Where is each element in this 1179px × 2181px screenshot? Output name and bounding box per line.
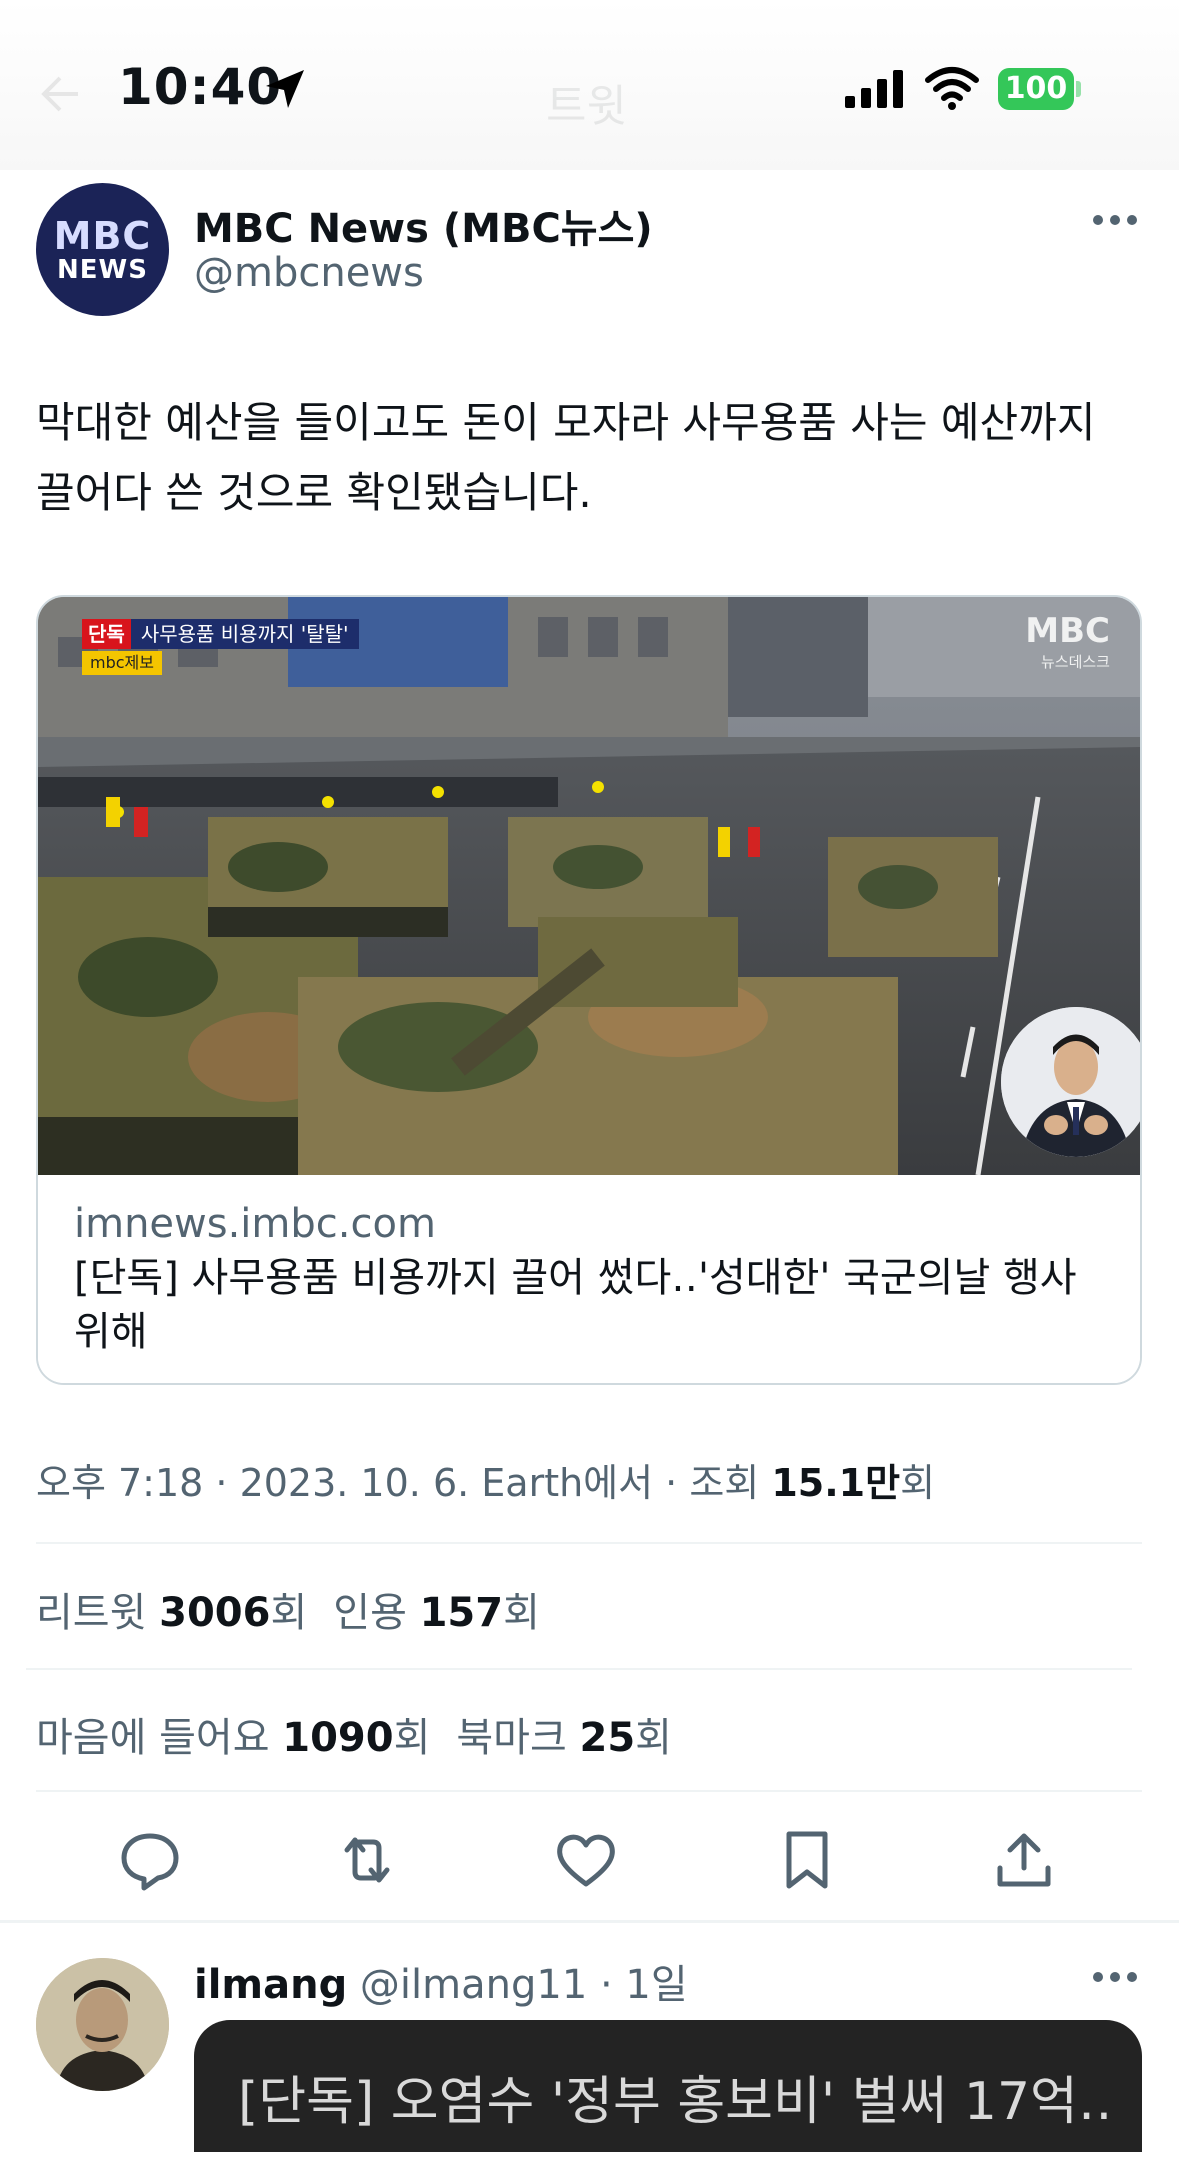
reply-icon[interactable]: [118, 1828, 182, 1892]
retweets-stat[interactable]: 리트윗 3006회: [36, 1590, 307, 1636]
author-handle[interactable]: @mbcnews: [194, 250, 424, 296]
divider: [36, 1790, 1142, 1792]
back-arrow-icon[interactable]: [40, 76, 80, 112]
divider: [36, 1542, 1142, 1544]
quotes-count: 157: [419, 1590, 504, 1636]
news-overlay-tag: 단독 사무용품 비용까지 '탈탈': [82, 619, 359, 649]
avatar-logo-line1: MBC: [53, 213, 152, 258]
view-count: 15.1만: [771, 1461, 901, 1505]
status-time: 10:40: [118, 58, 283, 116]
avatar-logo-line2: NEWS: [57, 254, 148, 285]
news-image[interactable]: [38, 597, 1140, 1175]
mbc-watermark: MBC 뉴스데스크: [1025, 611, 1110, 672]
author-name[interactable]: MBC News (MBC뉴스): [194, 196, 653, 254]
sign-language-interpreter-image: [1001, 1007, 1140, 1157]
tweet-timestamp: 오후 7:18 · 2023. 10. 6. Earth에서 · 조회: [36, 1461, 772, 1505]
more-options-icon[interactable]: [1090, 205, 1140, 235]
bookmarks-stat[interactable]: 북마크 25회: [456, 1715, 672, 1761]
link-card[interactable]: 단독 사무용품 비용까지 '탈탈' mbc제보 MBC 뉴스데스크 imnews…: [36, 595, 1142, 1385]
retweets-label: 리트윗: [36, 1590, 160, 1636]
likes-stat[interactable]: 마음에 들어요 1090회: [36, 1715, 430, 1761]
reply-more-options-icon[interactable]: [1090, 1962, 1140, 1992]
link-domain: imnews.imbc.com: [74, 1201, 436, 1247]
link-title: [단독] 사무용품 비용까지 끌어 썼다‥'성대한' 국군의날 행사 위해: [74, 1255, 1077, 1355]
bookmarks-suffix: 회: [635, 1715, 672, 1761]
section-separator: [0, 1920, 1179, 1923]
reply-author[interactable]: ilmang @ilmang11 · 1일: [194, 1952, 688, 2010]
retweet-quote-stats: 리트윗 3006회 인용 157회: [36, 1580, 540, 1638]
bottom-edge: [0, 2152, 1179, 2181]
author-avatar[interactable]: MBC NEWS: [36, 183, 169, 316]
status-bar: 트윗 10:40 100: [0, 0, 1179, 170]
divider: [26, 1668, 1132, 1670]
retweets-suffix: 회: [270, 1590, 308, 1636]
watermark-sub: 뉴스데스크: [1040, 653, 1110, 671]
exclusive-tag: 단독: [82, 619, 131, 649]
link-card-footer[interactable]: imnews.imbc.com [단독] 사무용품 비용까지 끌어 썼다‥'성대…: [38, 1175, 1140, 1383]
retweet-icon[interactable]: [335, 1828, 399, 1892]
headline-tag: 사무용품 비용까지 '탈탈': [130, 619, 359, 649]
bookmarks-count: 25: [579, 1715, 636, 1761]
battery-icon: 100: [998, 68, 1081, 110]
likes-suffix: 회: [393, 1715, 431, 1761]
signal-icon: [845, 70, 903, 108]
reply-author-name: ilmang: [194, 1962, 348, 2008]
tweet-text: 막대한 예산을 들이고도 돈이 모자라 사무용품 사는 예산까지 끌어다 쓴 것…: [36, 398, 1096, 517]
likes-label: 마음에 들어요: [36, 1715, 283, 1761]
battery-tip: [1076, 81, 1081, 97]
reply-avatar[interactable]: [36, 1958, 169, 2091]
location-arrow-icon: [266, 70, 304, 108]
watermark-logo: MBC: [1025, 611, 1110, 651]
like-icon[interactable]: [554, 1828, 618, 1892]
battery-level: 100: [998, 68, 1074, 110]
wifi-icon: [925, 67, 979, 110]
bookmarks-label: 북마크: [456, 1715, 580, 1761]
quotes-stat[interactable]: 인용 157회: [333, 1590, 540, 1636]
share-icon[interactable]: [992, 1828, 1056, 1892]
screen-title: 트윗: [546, 81, 627, 132]
reply-handle-time: @ilmang11 · 1일: [347, 1962, 688, 2008]
tweet-meta: 오후 7:18 · 2023. 10. 6. Earth에서 · 조회 15.1…: [36, 1452, 935, 1507]
likes-count: 1090: [282, 1715, 394, 1761]
quotes-label: 인용: [333, 1590, 420, 1636]
source-tag: mbc제보: [82, 651, 162, 675]
retweets-count: 3006: [159, 1590, 271, 1636]
quotes-suffix: 회: [503, 1590, 540, 1636]
bookmark-icon[interactable]: [775, 1828, 839, 1892]
view-suffix: 회: [900, 1461, 936, 1505]
like-bookmark-stats: 마음에 들어요 1090회 북마크 25회: [36, 1705, 672, 1763]
